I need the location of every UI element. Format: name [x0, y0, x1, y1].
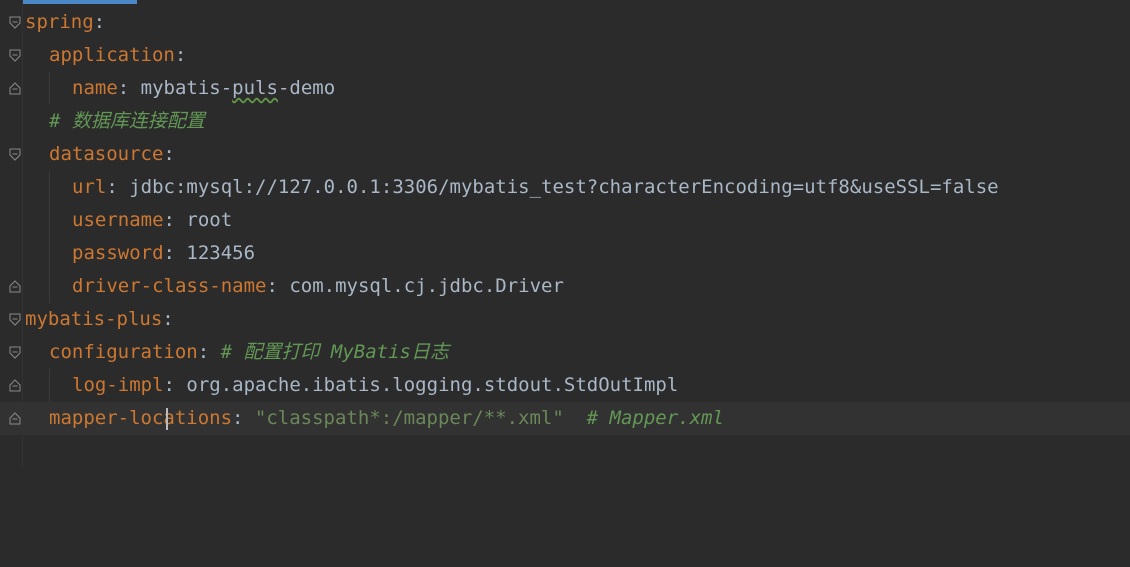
yaml-value: -demo: [277, 77, 336, 99]
yaml-string: "classpath*:/mapper/**.xml": [254, 407, 564, 429]
yaml-value: 123456: [186, 242, 256, 264]
yaml-value: jdbc:mysql://127.0.0.1:3306/mybatis_test…: [129, 176, 999, 198]
code-line[interactable]: configuration: # 配置打印 MyBatis日志: [0, 336, 1130, 369]
code-line[interactable]: datasource:: [0, 138, 1130, 171]
yaml-value: org.apache.ibatis.logging.stdout.StdOutI…: [186, 374, 679, 396]
yaml-key: datasource: [49, 143, 164, 165]
yaml-key: log-impl: [72, 374, 164, 396]
yaml-comment: # 数据库连接配置: [49, 110, 205, 132]
code-line[interactable]: mybatis-plus:: [0, 303, 1130, 336]
fold-open-icon[interactable]: [9, 49, 21, 62]
yaml-comment: # 配置打印 MyBatis日志: [220, 341, 449, 363]
fold-end-icon[interactable]: [9, 379, 21, 392]
fold-open-icon[interactable]: [9, 16, 21, 29]
yaml-key: username: [72, 209, 164, 231]
yaml-colon: :: [162, 308, 174, 330]
code-line[interactable]: url: jdbc:mysql://127.0.0.1:3306/mybatis…: [0, 171, 1130, 204]
yaml-colon: :: [266, 275, 290, 297]
code-line[interactable]: spring:: [0, 6, 1130, 39]
code-line[interactable]: log-impl: org.apache.ibatis.logging.stdo…: [0, 369, 1130, 402]
yaml-colon: :: [93, 11, 106, 33]
code-editor[interactable]: spring: application: name: mybatis-puls-…: [0, 0, 1130, 467]
yaml-key: application: [49, 44, 175, 66]
code-line[interactable]: password: 123456: [0, 237, 1130, 270]
fold-open-icon[interactable]: [9, 346, 21, 359]
yaml-key: configuration: [49, 341, 198, 363]
fold-open-icon[interactable]: [9, 148, 21, 161]
yaml-key: driver-class-name: [72, 275, 267, 297]
code-line[interactable]: driver-class-name: com.mysql.cj.jdbc.Dri…: [0, 270, 1130, 303]
yaml-colon: :: [106, 176, 130, 198]
yaml-value: root: [186, 209, 233, 231]
yaml-colon: :: [232, 407, 255, 429]
yaml-comment: # Mapper.xml: [563, 407, 724, 429]
current-code-line[interactable]: mapper-locations: "classpath*:/mapper/**…: [0, 402, 1130, 435]
yaml-value: mybatis-: [140, 77, 233, 99]
fold-end-icon[interactable]: [9, 280, 21, 293]
yaml-colon: :: [163, 143, 175, 165]
yaml-colon: :: [163, 209, 187, 231]
fold-end-icon[interactable]: [9, 82, 21, 95]
text-caret: [166, 408, 168, 430]
yaml-key: mapper-locations: [49, 407, 233, 429]
spelling-typo[interactable]: puls: [232, 77, 278, 99]
yaml-colon: :: [197, 341, 221, 363]
yaml-key: password: [72, 242, 164, 264]
yaml-value: com.mysql.cj.jdbc.Driver: [289, 275, 564, 297]
yaml-key: name: [72, 77, 118, 99]
yaml-key: url: [72, 176, 107, 198]
code-line[interactable]: name: mybatis-puls-demo: [0, 72, 1130, 105]
fold-open-icon[interactable]: [9, 313, 21, 326]
code-line[interactable]: application:: [0, 39, 1130, 72]
yaml-colon: :: [117, 77, 141, 99]
code-line[interactable]: username: root: [0, 204, 1130, 237]
yaml-key: mybatis-plus: [25, 308, 163, 330]
yaml-colon: :: [163, 374, 187, 396]
yaml-colon: :: [163, 242, 187, 264]
yaml-key: spring: [25, 11, 94, 33]
yaml-colon: :: [174, 44, 187, 66]
fold-end-icon[interactable]: [9, 412, 21, 425]
code-line[interactable]: # 数据库连接配置: [0, 105, 1130, 138]
